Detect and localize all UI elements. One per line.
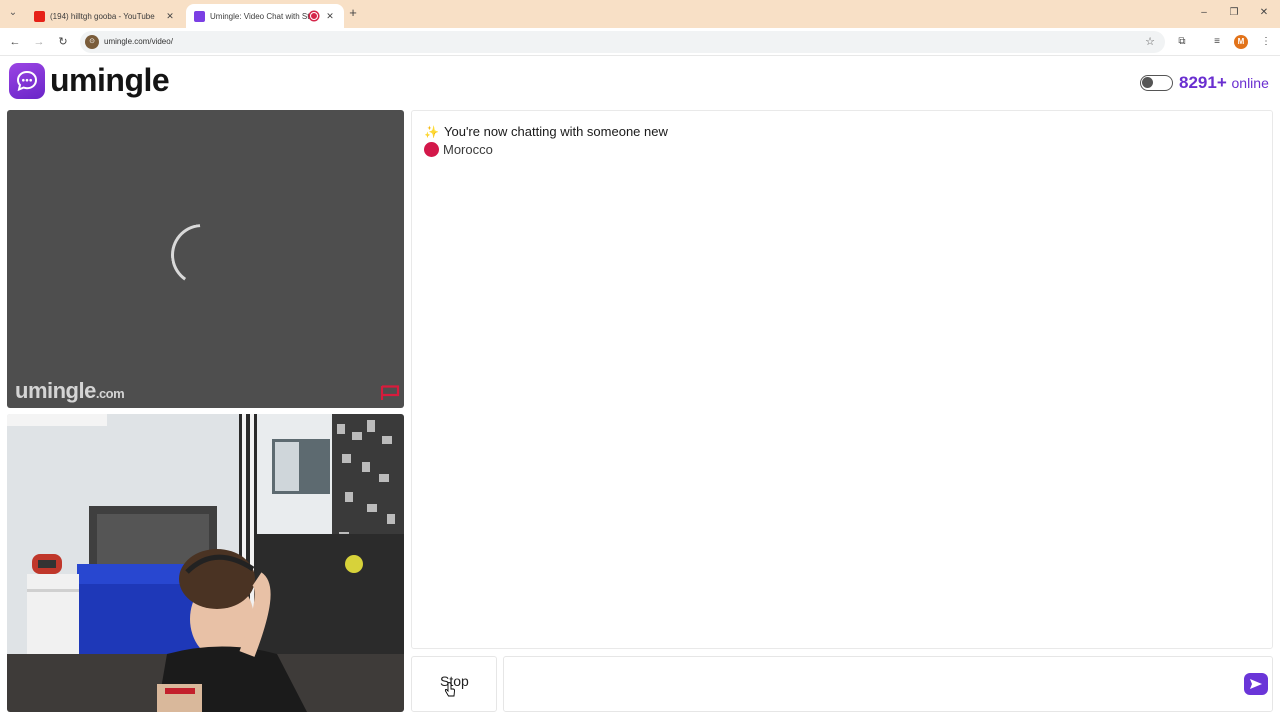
minimize-window-icon[interactable]: – — [1196, 6, 1212, 20]
maximize-window-icon[interactable]: ❐ — [1226, 6, 1242, 20]
tab-search-chevron-icon[interactable]: ⌄ — [6, 6, 20, 20]
browser-tab-umingle[interactable]: Umingle: Video Chat with St ✕ — [186, 4, 344, 28]
stranger-country: Morocco — [424, 142, 493, 157]
send-arrow-icon — [1250, 679, 1262, 689]
site-logo-text[interactable]: umingle — [50, 62, 170, 99]
tab-title: (194) hilltgh gooba - YouTube — [50, 11, 155, 21]
toggle-knob — [1142, 77, 1153, 88]
hand-cursor-icon — [444, 682, 455, 697]
extensions-puzzle-icon[interactable]: ⧉ — [1175, 35, 1189, 49]
browser-tab-youtube[interactable]: (194) hilltgh gooba - YouTube ✕ — [26, 4, 184, 28]
chat-log-panel — [411, 110, 1273, 649]
address-bar[interactable]: ⊙ umingle.com/video/ ☆ — [80, 31, 1165, 53]
status-message-text: You're now chatting with someone new — [444, 124, 668, 139]
forward-arrow-icon[interactable]: → — [32, 35, 46, 49]
report-flag-icon[interactable] — [380, 385, 400, 401]
send-button[interactable] — [1244, 673, 1268, 695]
browser-toolbar: ← → ↻ ⊙ umingle.com/video/ ☆ ⧉ ≡ ⋮ — [0, 28, 1280, 56]
chat-message-input[interactable] — [503, 656, 1273, 712]
morocco-flag-icon — [424, 142, 439, 157]
profile-avatar[interactable]: M — [1234, 35, 1248, 49]
online-counter: 8291+ online — [1179, 73, 1269, 93]
self-camera-video — [7, 414, 404, 712]
close-tab-icon[interactable]: ✕ — [324, 11, 336, 22]
close-window-icon[interactable]: ✕ — [1256, 6, 1272, 20]
youtube-favicon-icon — [34, 10, 45, 22]
camera-feed-image — [7, 414, 404, 712]
media-control-icon[interactable]: ≡ — [1210, 35, 1224, 49]
sparkles-icon: ✨ — [424, 124, 439, 139]
umingle-favicon-icon — [194, 10, 205, 22]
browser-tab-strip: ⌄ (194) hilltgh gooba - YouTube ✕ Umingl… — [0, 0, 1280, 28]
watermark-text: umingle — [15, 378, 96, 403]
tab-title: Umingle: Video Chat with St — [210, 11, 310, 21]
online-label: online — [1231, 75, 1269, 91]
recording-indicator-icon — [310, 12, 318, 20]
online-plus: + — [1216, 73, 1227, 92]
site-info-icon[interactable]: ⊙ — [85, 35, 99, 49]
browser-menu-icon[interactable]: ⋮ — [1259, 35, 1273, 49]
watermark-suffix: .com — [95, 386, 125, 401]
reload-icon[interactable]: ↻ — [56, 35, 70, 49]
video-watermark: umingle.com — [15, 378, 125, 404]
theme-toggle[interactable] — [1140, 75, 1173, 91]
new-tab-plus-icon[interactable]: + — [346, 6, 360, 20]
country-name: Morocco — [443, 142, 493, 157]
online-count: 8291 — [1179, 73, 1217, 92]
umingle-logo-icon[interactable] — [9, 63, 45, 99]
url-text[interactable]: umingle.com/video/ — [104, 37, 173, 46]
system-message: ✨ You're now chatting with someone new — [424, 124, 668, 139]
bookmark-star-icon[interactable]: ☆ — [1145, 35, 1155, 48]
close-tab-icon[interactable]: ✕ — [164, 11, 176, 22]
back-arrow-icon[interactable]: ← — [8, 35, 22, 49]
